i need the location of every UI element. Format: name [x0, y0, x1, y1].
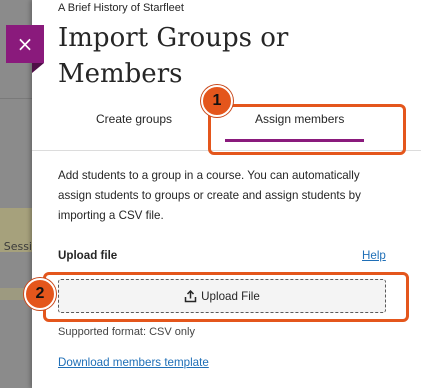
background-divider — [0, 98, 32, 99]
callout-highlight-2 — [43, 272, 409, 322]
close-panel-button[interactable]: × — [6, 25, 44, 63]
breadcrumb: A Brief History of Starfleet — [58, 2, 184, 14]
tab-create-groups[interactable]: Create groups — [96, 112, 172, 126]
upload-file-label: Upload file — [58, 249, 118, 262]
import-panel: A Brief History of Starfleet Import Grou… — [32, 0, 421, 388]
callout-highlight-1 — [208, 104, 406, 155]
description-text: Add students to a group in a course. You… — [58, 169, 361, 222]
close-icon: × — [16, 32, 34, 56]
page-title: Import Groups or Members — [58, 23, 289, 89]
close-button-fold — [32, 63, 44, 73]
callout-badge-2: 2 — [24, 278, 56, 310]
help-link[interactable]: Help — [362, 249, 386, 262]
callout-badge-1: 1 — [201, 85, 233, 117]
background-text: Sessi — [3, 240, 32, 253]
supported-format-text: Supported format: CSV only — [58, 326, 195, 338]
download-template-link[interactable]: Download members template — [58, 356, 209, 369]
